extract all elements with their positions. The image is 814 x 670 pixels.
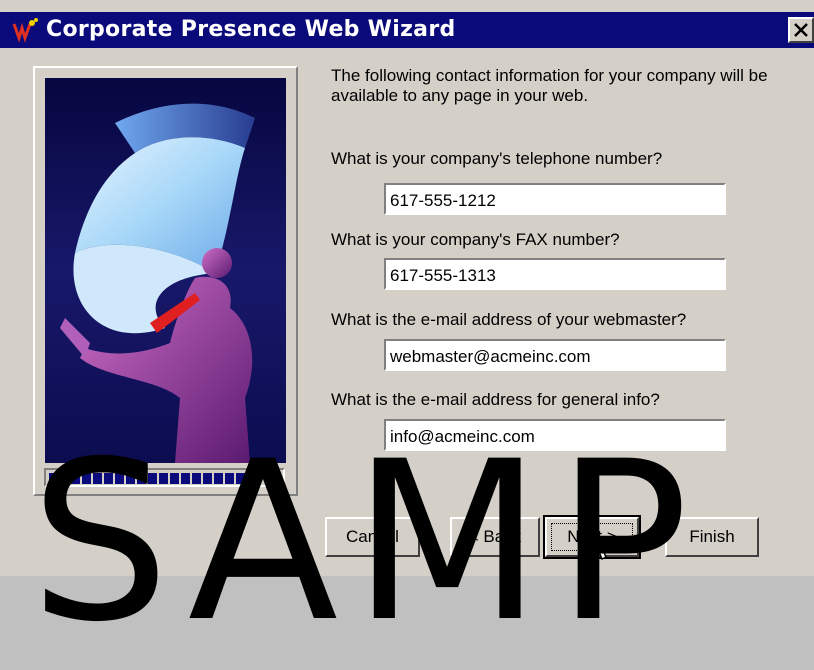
wizard-progress-bar bbox=[44, 468, 285, 487]
mouse-pointer-icon bbox=[590, 528, 610, 561]
webmaster-email-field[interactable]: webmaster@acmeinc.com bbox=[384, 339, 726, 371]
wizard-window: Corporate Presence Web Wizard The follow… bbox=[0, 0, 814, 652]
cancel-button[interactable]: Cancel bbox=[325, 517, 420, 557]
window-title: Corporate Presence Web Wizard bbox=[46, 17, 456, 42]
close-icon bbox=[794, 23, 808, 37]
fax-label: What is your company's FAX number? bbox=[331, 230, 620, 249]
title-bar[interactable]: Corporate Presence Web Wizard bbox=[0, 12, 814, 48]
back-button[interactable]: < Back bbox=[450, 517, 540, 557]
fax-field[interactable]: 617-555-1313 bbox=[384, 258, 726, 290]
info-email-field[interactable]: info@acmeinc.com bbox=[384, 419, 726, 451]
frontpage-app-icon bbox=[12, 18, 38, 43]
close-button[interactable] bbox=[788, 17, 814, 43]
phone-field[interactable]: 617-555-1212 bbox=[384, 183, 726, 215]
wizard-illustration bbox=[45, 78, 286, 463]
phone-label: What is your company's telephone number? bbox=[331, 149, 663, 168]
info-email-label: What is the e-mail address for general i… bbox=[331, 390, 660, 409]
progress-fill bbox=[49, 473, 249, 484]
wizard-picture-frame bbox=[33, 66, 298, 496]
webmaster-email-label: What is the e-mail address of your webma… bbox=[331, 310, 687, 329]
intro-text: The following contact information for yo… bbox=[331, 66, 768, 105]
finish-button[interactable]: Finish bbox=[665, 517, 759, 557]
